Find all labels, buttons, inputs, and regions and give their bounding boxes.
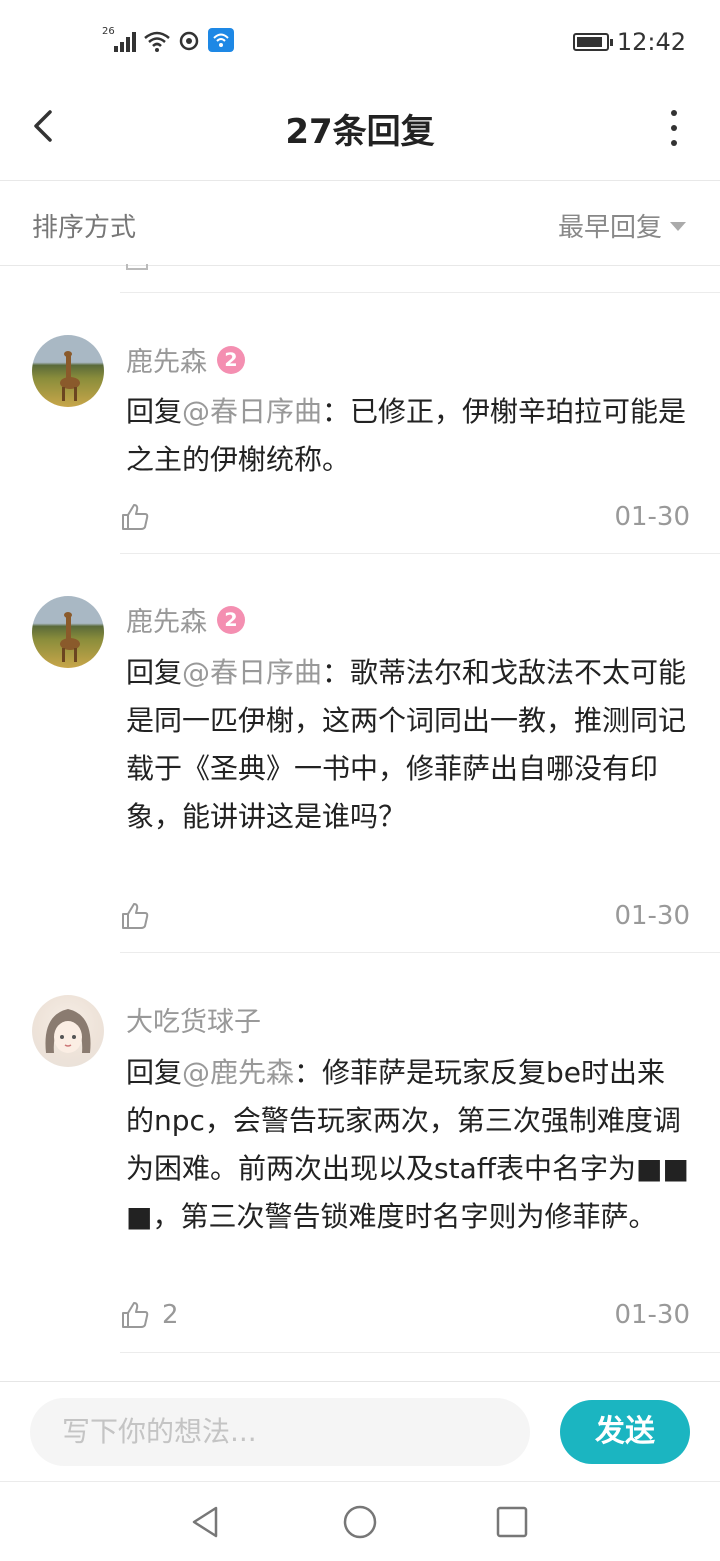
avatar[interactable] — [32, 596, 104, 668]
divider — [120, 952, 720, 953]
status-icons-left: 26 — [102, 26, 234, 52]
reply-prefix: 回复 — [126, 656, 183, 689]
signal-icon: 26 — [102, 26, 136, 52]
anime-girl-image — [45, 1009, 91, 1053]
divider — [120, 1352, 720, 1353]
data-saver-icon — [179, 31, 199, 51]
reply-prefix: 回复 — [126, 395, 183, 428]
reply-input-bar: 写下你的想法... 发送 — [0, 1381, 720, 1482]
status-bar: 26 12:42 — [0, 0, 720, 84]
like-button[interactable] — [120, 502, 162, 532]
level-badge: 2 — [217, 345, 245, 374]
avatar[interactable] — [32, 995, 104, 1067]
reply-prefix: 回复 — [126, 1056, 183, 1089]
comment-actions: 01-30 — [120, 896, 690, 936]
wifi-assist-icon — [208, 28, 234, 52]
comment-actions: 01-30 — [120, 497, 690, 537]
mention-link[interactable]: @鹿先森 — [182, 1056, 294, 1089]
comment-text[interactable]: 回复@春日序曲：歌蒂法尔和戈敌法不太可能是同一匹伊榭，这两个词同出一教，推测同记… — [126, 649, 692, 841]
comment-date: 01-30 — [614, 502, 690, 532]
thumbs-up-icon — [122, 504, 149, 530]
mention-link[interactable]: @春日序曲 — [182, 656, 322, 689]
divider — [120, 553, 720, 554]
more-vertical-icon — [671, 110, 677, 116]
level-badge: 2 — [217, 605, 245, 634]
giraffe-image — [60, 612, 80, 662]
like-count: 2 — [162, 1300, 179, 1330]
comment-actions: 2 01-30 — [120, 1295, 690, 1335]
username[interactable]: 鹿先森 2 — [126, 600, 245, 639]
like-button[interactable]: 2 — [120, 1300, 179, 1330]
comment-date: 01-30 — [614, 901, 690, 931]
back-triangle-icon[interactable] — [186, 1502, 226, 1542]
sort-dropdown[interactable]: 最早回复 — [558, 207, 686, 244]
comment-text[interactable]: 回复@鹿先森：修菲萨是玩家反复be时出来的npc，会警告玩家两次，第三次强制难度… — [126, 1049, 692, 1241]
avatar[interactable] — [32, 335, 104, 407]
network-type-label: 26 — [102, 26, 115, 37]
comment-text[interactable]: 回复@春日序曲：已修正，伊榭辛珀拉可能是之主的伊榭统称。 — [126, 388, 692, 484]
send-button[interactable]: 发送 — [560, 1400, 690, 1464]
mention-link[interactable]: @春日序曲 — [182, 395, 322, 428]
partial-like-icon — [126, 264, 148, 270]
username[interactable]: 大吃货球子 — [126, 1000, 261, 1039]
home-circle-icon[interactable] — [340, 1502, 380, 1542]
title-bar: 27条回复 — [0, 84, 720, 181]
thumbs-up-icon — [122, 903, 149, 929]
recents-square-icon[interactable] — [492, 1502, 532, 1542]
more-options-button[interactable] — [664, 110, 684, 146]
sort-value: 最早回复 — [557, 213, 662, 243]
clock: 12:42 — [616, 28, 686, 56]
reply-input[interactable]: 写下你的想法... — [30, 1398, 530, 1466]
username[interactable]: 鹿先森 2 — [126, 340, 245, 379]
divider — [120, 292, 720, 293]
battery-icon — [572, 33, 613, 51]
username-text[interactable]: 鹿先森 — [126, 600, 207, 639]
username-text[interactable]: 鹿先森 — [126, 340, 207, 379]
comment-date: 01-30 — [614, 1300, 690, 1330]
wifi-icon — [144, 31, 170, 52]
like-button[interactable] — [120, 901, 162, 931]
sort-label: 排序方式 — [32, 213, 137, 243]
page-title: 27条回复 — [285, 112, 435, 152]
system-nav-bar — [0, 1481, 720, 1561]
giraffe-image — [60, 351, 80, 401]
status-icons-right: 12:42 — [572, 28, 686, 56]
username-text[interactable]: 大吃货球子 — [126, 1000, 261, 1039]
sort-bar: 排序方式 最早回复 — [0, 181, 720, 266]
caret-down-icon — [670, 222, 686, 231]
thumbs-up-icon — [122, 1302, 149, 1328]
